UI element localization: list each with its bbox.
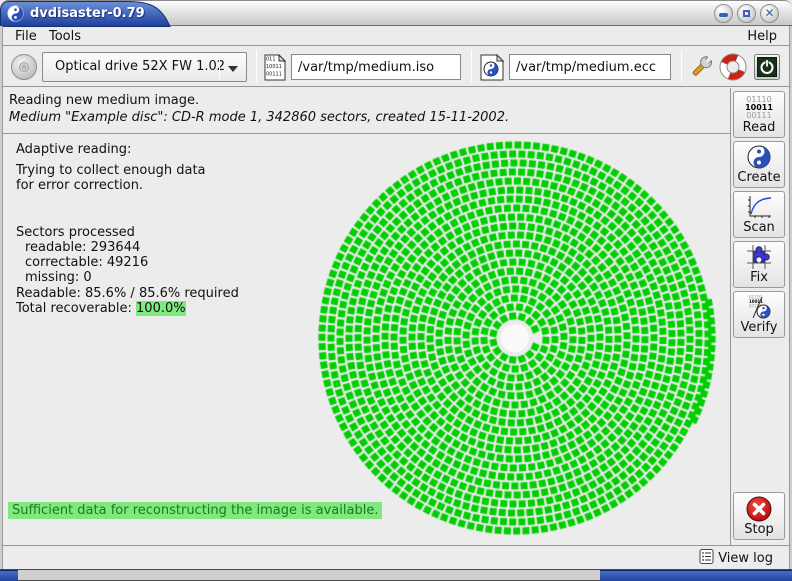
view-log-button[interactable]: View log bbox=[699, 549, 773, 567]
svg-text:011: 011 bbox=[266, 57, 276, 63]
window-border-left bbox=[0, 26, 3, 569]
preferences-wrench-icon[interactable] bbox=[687, 53, 715, 81]
combo-separator bbox=[219, 57, 220, 79]
read-binary-icon: 011101001100111 bbox=[734, 94, 784, 120]
info-heading: Adaptive reading: bbox=[16, 142, 131, 157]
sectors-readable: readable: 293644 bbox=[25, 240, 140, 255]
view-log-label: View log bbox=[718, 551, 773, 566]
maximize-icon bbox=[743, 10, 750, 17]
sectors-heading: Sectors processed bbox=[16, 225, 135, 240]
sectors-missing: missing: 0 bbox=[25, 270, 92, 285]
stop-icon bbox=[734, 495, 784, 523]
drive-disc-icon[interactable] bbox=[9, 52, 39, 82]
fix-puzzle-icon bbox=[734, 244, 784, 270]
help-lifebuoy-icon[interactable] bbox=[719, 53, 747, 81]
verify-button-label: Verify bbox=[734, 320, 784, 335]
log-list-icon bbox=[699, 549, 714, 564]
bottom-bar: View log bbox=[3, 545, 789, 568]
iso-image-file-icon: 011 10011 00111 bbox=[264, 54, 286, 81]
disc-spiral-visualization bbox=[310, 133, 720, 543]
recoverable-line: Total recoverable: 100.0% bbox=[16, 301, 186, 316]
close-icon: ✕ bbox=[761, 6, 778, 20]
drive-selector[interactable]: Optical drive 52X FW 1.02 bbox=[42, 52, 247, 82]
recoverable-value: 100.0% bbox=[136, 301, 186, 316]
status-medium-info: Medium "Example disc": CD-R mode 1, 3428… bbox=[9, 110, 509, 125]
read-button[interactable]: 011101001100111 Read bbox=[733, 91, 785, 138]
info-desc-line2: for error correction. bbox=[16, 178, 143, 193]
fix-button-label: Fix bbox=[734, 270, 784, 285]
create-button[interactable]: Create bbox=[733, 141, 785, 188]
app-logo-icon bbox=[7, 5, 24, 22]
chevron-down-icon bbox=[228, 66, 238, 72]
app-window: dvdisaster-0.79 ✕ File Tools Help Optica… bbox=[0, 0, 792, 581]
verify-compare-icon: 01110 10011 00111 bbox=[734, 294, 784, 320]
quit-power-icon[interactable] bbox=[754, 54, 780, 80]
toolbar: Optical drive 52X FW 1.02 011 10011 0011… bbox=[3, 47, 789, 87]
scan-button-label: Scan bbox=[734, 220, 784, 235]
window-border-bottom bbox=[0, 569, 792, 581]
create-button-label: Create bbox=[734, 170, 784, 185]
menu-help[interactable]: Help bbox=[741, 28, 783, 45]
maximize-button[interactable] bbox=[737, 4, 756, 23]
stop-button-label: Stop bbox=[734, 522, 784, 537]
menubar: File Tools Help bbox=[3, 27, 789, 46]
toolbar-separator bbox=[256, 50, 257, 82]
resize-grip-right[interactable] bbox=[600, 570, 792, 581]
read-button-label: Read bbox=[734, 120, 784, 135]
titlebar[interactable]: dvdisaster-0.79 ✕ bbox=[0, 0, 792, 26]
ecc-path-input[interactable] bbox=[509, 54, 671, 80]
drive-selector-value: Optical drive 52X FW 1.02 bbox=[55, 59, 225, 74]
verify-button[interactable]: 01110 10011 00111 Verify bbox=[733, 291, 785, 338]
stop-button[interactable]: Stop bbox=[733, 492, 785, 540]
info-desc-line1: Trying to collect enough data bbox=[16, 163, 206, 178]
window-title: dvdisaster-0.79 bbox=[30, 6, 145, 21]
create-yinyang-icon bbox=[734, 144, 784, 170]
minimize-icon bbox=[719, 13, 728, 17]
sectors-correctable: correctable: 49216 bbox=[25, 255, 148, 270]
ecc-file-icon bbox=[480, 54, 504, 81]
menu-file[interactable]: File bbox=[9, 28, 43, 45]
close-button[interactable]: ✕ bbox=[760, 4, 779, 23]
iso-path-input[interactable] bbox=[291, 54, 461, 80]
status-action: Reading new medium image. bbox=[9, 93, 199, 108]
toolbar-separator bbox=[681, 50, 682, 82]
scan-button[interactable]: Scan bbox=[733, 191, 785, 238]
status-area: Reading new medium image. Medium "Exampl… bbox=[3, 88, 730, 134]
scan-chart-icon bbox=[734, 194, 784, 220]
reconstruction-message: Sufficient data for reconstructing the i… bbox=[8, 502, 382, 519]
svg-text:10011: 10011 bbox=[266, 64, 282, 70]
fix-button[interactable]: Fix bbox=[733, 241, 785, 288]
resize-grip-left[interactable] bbox=[0, 570, 18, 581]
menu-tools[interactable]: Tools bbox=[43, 28, 87, 45]
svg-text:00111: 00111 bbox=[266, 72, 282, 78]
toolbar-separator bbox=[471, 50, 472, 82]
minimize-button[interactable] bbox=[714, 4, 733, 23]
readable-summary: Readable: 85.6% / 85.6% required bbox=[16, 286, 239, 301]
sidebar-separator bbox=[730, 88, 731, 545]
recoverable-label: Total recoverable: bbox=[16, 301, 136, 316]
